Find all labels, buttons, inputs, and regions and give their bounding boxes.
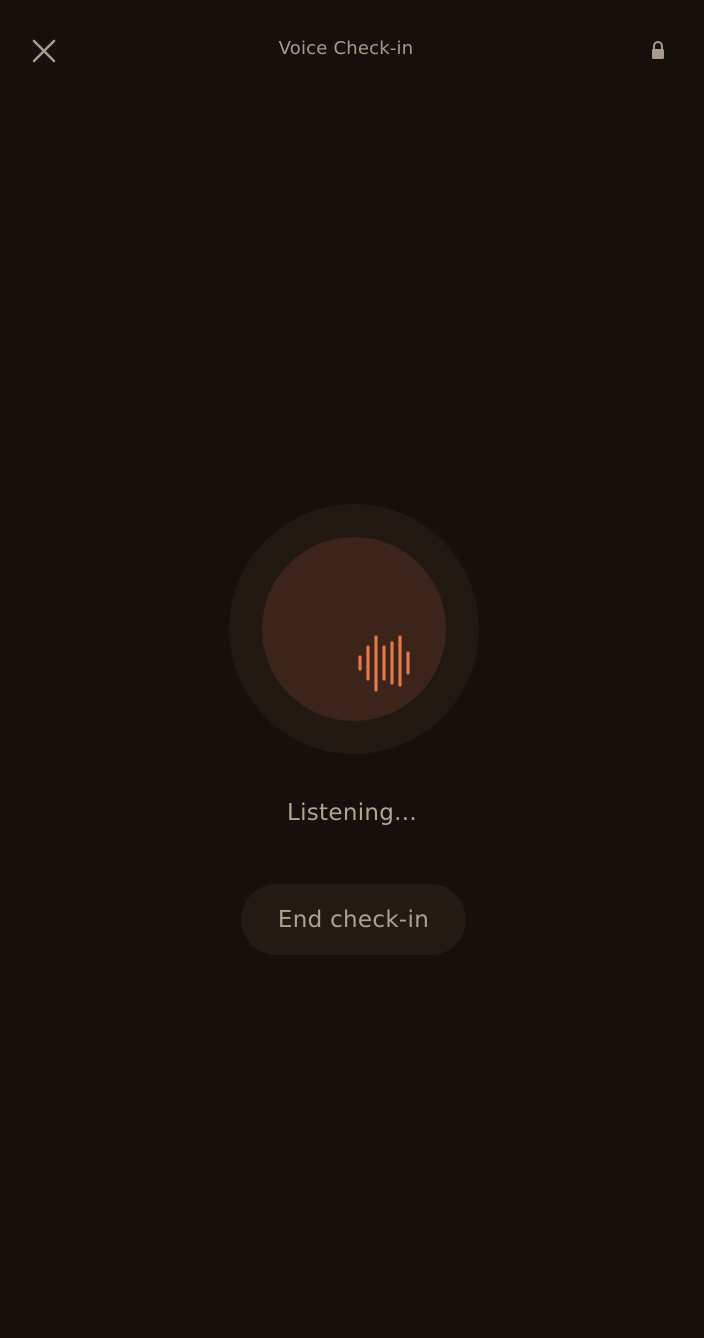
voice-orb-button[interactable] bbox=[262, 537, 446, 721]
lock-icon bbox=[646, 38, 670, 62]
listening-status: Listening... bbox=[286, 800, 418, 826]
top-bar: Voice Check-in bbox=[0, 0, 704, 100]
audio-waveform-icon bbox=[358, 635, 410, 692]
end-check-in-button[interactable]: End check-in bbox=[241, 884, 466, 955]
page-title: Voice Check-in bbox=[278, 38, 414, 59]
voice-orb bbox=[229, 504, 479, 754]
